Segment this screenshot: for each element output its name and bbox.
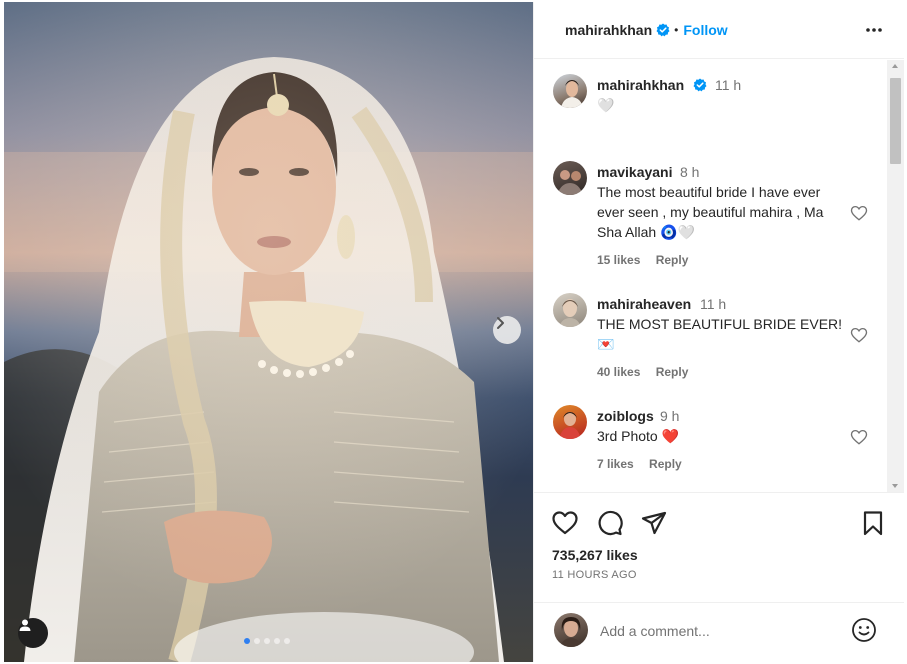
- avatar[interactable]: [553, 74, 587, 108]
- carousel-dot: [254, 638, 260, 644]
- chevron-right-icon: [497, 317, 504, 329]
- avatar[interactable]: [553, 405, 587, 439]
- header-username[interactable]: mahirahkhan: [565, 22, 652, 38]
- comment-text: The most beautiful bride I have ever eve…: [597, 184, 824, 240]
- current-user-avatar: [554, 613, 588, 647]
- reply-button[interactable]: Reply: [649, 457, 682, 471]
- comment-text: THE MOST BEAUTIFUL BRIDE EVER! 💌: [597, 316, 843, 352]
- comments-scrollbar[interactable]: [887, 60, 904, 492]
- comment-likes[interactable]: 40 likes: [597, 365, 640, 379]
- post-timestamp[interactable]: 11 HOURS AGO: [552, 569, 637, 581]
- avatar-image: [561, 80, 583, 108]
- comment-text: 3rd Photo ❤️: [597, 428, 680, 444]
- carousel-dot: [284, 638, 290, 644]
- add-comment-input[interactable]: [600, 621, 840, 641]
- reply-button[interactable]: Reply: [656, 253, 689, 267]
- comment-meta: 15 likes Reply: [597, 253, 688, 267]
- comment-likes[interactable]: 7 likes: [597, 457, 634, 471]
- tagged-users-button[interactable]: [18, 618, 48, 648]
- avatar-image: [557, 170, 583, 195]
- comment-username[interactable]: mahiraheaven: [597, 296, 691, 312]
- add-comment-bar: [534, 602, 904, 662]
- caption-time[interactable]: 11 h: [715, 77, 741, 93]
- emoji-icon[interactable]: [851, 617, 877, 643]
- carousel-indicator: [244, 638, 290, 644]
- post-header: mahirahkhan • Follow: [534, 2, 904, 59]
- more-options-icon[interactable]: [864, 20, 884, 40]
- comment-like-icon[interactable]: [850, 204, 868, 222]
- follow-button[interactable]: Follow: [683, 22, 727, 38]
- scroll-thumb[interactable]: [890, 78, 901, 164]
- likes-count[interactable]: 735,267 likes: [552, 547, 638, 563]
- comment-likes[interactable]: 15 likes: [597, 253, 640, 267]
- user-tag-icon: [19, 619, 31, 631]
- post-actions: 735,267 likes 11 HOURS AGO: [534, 492, 904, 602]
- carousel-dot: [264, 638, 270, 644]
- comment-like-icon[interactable]: [850, 326, 868, 344]
- comment-username[interactable]: mavikayani: [597, 164, 673, 180]
- comments-section: mahirahkhan 11 h 🤍 mavikayani 8 h The mo…: [534, 60, 904, 492]
- header-separator: •: [674, 23, 679, 37]
- avatar[interactable]: [553, 293, 587, 327]
- bride-illustration: [4, 2, 533, 662]
- comment-username[interactable]: zoiblogs: [597, 408, 654, 424]
- avatar-image: [559, 299, 581, 327]
- comment-time[interactable]: 9 h: [660, 408, 679, 424]
- comment-time[interactable]: 11 h: [700, 296, 726, 312]
- heart-icon[interactable]: [551, 509, 579, 537]
- avatar-image: [559, 412, 581, 439]
- comment-meta: 40 likes Reply: [597, 365, 688, 379]
- caption-text: 🤍: [597, 97, 615, 113]
- scroll-down-arrow[interactable]: [892, 484, 898, 488]
- comment-like-icon[interactable]: [850, 428, 868, 446]
- caption-username[interactable]: mahirahkhan: [597, 77, 684, 93]
- bookmark-icon[interactable]: [859, 509, 887, 537]
- share-icon[interactable]: [640, 509, 668, 537]
- post-modal: mahirahkhan • Follow mahirahkhan 11 h 🤍 …: [4, 2, 904, 662]
- avatar[interactable]: [553, 161, 587, 195]
- carousel-dot: [274, 638, 280, 644]
- verified-badge-icon: [693, 78, 707, 92]
- post-side-panel: mahirahkhan • Follow mahirahkhan 11 h 🤍 …: [533, 2, 904, 662]
- comment-meta: 7 likes Reply: [597, 457, 682, 471]
- reply-button[interactable]: Reply: [656, 365, 689, 379]
- carousel-dot: [244, 638, 250, 644]
- carousel-next-button[interactable]: [493, 316, 521, 344]
- scroll-up-arrow[interactable]: [892, 64, 898, 68]
- avatar-image: [560, 617, 582, 647]
- post-photo[interactable]: [4, 2, 533, 662]
- verified-badge-icon: [656, 23, 670, 37]
- comment-time[interactable]: 8 h: [680, 164, 699, 180]
- comment-icon[interactable]: [595, 509, 623, 537]
